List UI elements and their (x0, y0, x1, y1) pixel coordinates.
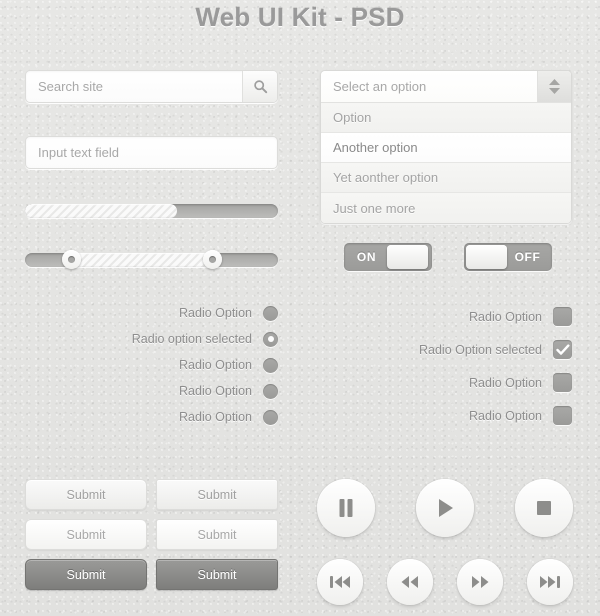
stop-icon (534, 498, 554, 518)
radio-row[interactable]: Radio option selected (95, 326, 278, 352)
submit-button[interactable]: Submit (25, 479, 147, 510)
rewind-icon (399, 574, 421, 590)
submit-button[interactable]: Submit (156, 479, 278, 510)
select-placeholder: Select an option (333, 79, 427, 94)
select-dropdown[interactable]: Select an option Option Another option Yet… (320, 70, 572, 224)
select-option[interactable]: Yet aonther option (321, 163, 571, 193)
rewind-button[interactable] (387, 559, 433, 605)
skip-back-icon (328, 574, 352, 590)
text-input-placeholder: Input text field (38, 145, 119, 160)
radio-button[interactable] (263, 357, 278, 373)
checkbox-group: Radio Option Radio Option selected Radio O… (390, 300, 572, 432)
play-button[interactable] (416, 479, 474, 537)
play-icon (434, 497, 456, 519)
range-slider-handle-high[interactable] (203, 250, 223, 269)
radio-row[interactable]: Radio Option (95, 300, 278, 326)
submit-button[interactable]: Submit (25, 559, 147, 590)
checkbox-label: Radio Option (469, 375, 542, 390)
toggle-on-label: ON (356, 250, 377, 264)
range-slider-fill (70, 253, 213, 267)
range-slider-handle-low[interactable] (61, 250, 81, 269)
skip-forward-button[interactable] (527, 559, 573, 605)
submit-button[interactable]: Submit (25, 519, 147, 550)
updown-arrows-icon[interactable] (537, 71, 571, 102)
pause-icon (336, 497, 356, 519)
toggle-switch-off[interactable]: OFF (464, 243, 552, 271)
toggle-switch-on[interactable]: ON (344, 243, 432, 271)
checkbox-row[interactable]: Radio Option (390, 300, 572, 333)
toggle-off-knob[interactable] (466, 245, 507, 269)
radio-label: Radio option selected (131, 332, 252, 346)
radio-row[interactable]: Radio Option (95, 352, 278, 378)
checkbox-label: Radio Option (469, 408, 542, 423)
radio-group: Radio Option Radio option selected Radio O… (95, 300, 278, 430)
progress-bar-fill (25, 204, 177, 218)
checkbox[interactable] (553, 307, 572, 326)
radio-button[interactable] (263, 331, 278, 347)
checkbox-row[interactable]: Radio Option (390, 366, 572, 399)
radio-row[interactable]: Radio Option (95, 404, 278, 430)
stop-button[interactable] (515, 479, 573, 537)
fast-forward-icon (469, 574, 491, 590)
radio-button[interactable] (263, 305, 278, 321)
select-option[interactable]: Just one more (321, 193, 571, 223)
checkbox-row[interactable]: Radio Option (390, 399, 572, 432)
submit-button[interactable]: Submit (156, 519, 278, 550)
radio-label: Radio Option (179, 410, 252, 424)
checkbox-label: Radio Option selected (419, 342, 542, 357)
check-icon (555, 343, 570, 356)
checkbox-row[interactable]: Radio Option selected (390, 333, 572, 366)
checkbox[interactable] (553, 406, 572, 425)
radio-row[interactable]: Radio Option (95, 378, 278, 404)
checkbox[interactable] (553, 340, 572, 359)
search-button[interactable] (242, 71, 277, 102)
radio-label: Radio Option (179, 384, 252, 398)
range-slider[interactable] (25, 250, 278, 269)
skip-back-button[interactable] (317, 559, 363, 605)
page-title: Web UI Kit - PSD (195, 2, 405, 32)
select-header[interactable]: Select an option (321, 71, 571, 103)
pause-button[interactable] (317, 479, 375, 537)
toggle-on-knob[interactable] (387, 245, 428, 269)
text-input[interactable]: Input text field (25, 136, 278, 169)
search-input-placeholder: Search site (38, 79, 104, 94)
radio-button[interactable] (263, 409, 278, 425)
checkbox-label: Radio Option (469, 309, 542, 324)
checkbox[interactable] (553, 373, 572, 392)
submit-button-grid: Submit Submit Submit Submit Submit Submit (25, 479, 278, 590)
media-controls-secondary (317, 559, 573, 605)
fast-forward-button[interactable] (457, 559, 503, 605)
select-option-list: Option Another option Yet aonther option Ju… (321, 103, 571, 223)
radio-button[interactable] (263, 383, 278, 399)
select-option[interactable]: Another option (321, 133, 571, 163)
progress-bar[interactable] (25, 204, 278, 218)
media-controls-primary (317, 479, 573, 537)
submit-button[interactable]: Submit (156, 559, 278, 590)
search-icon (253, 79, 268, 94)
skip-forward-icon (538, 574, 562, 590)
radio-label: Radio Option (179, 306, 252, 320)
radio-label: Radio Option (179, 358, 252, 372)
toggle-off-label: OFF (514, 250, 541, 264)
select-option[interactable]: Option (321, 103, 571, 133)
search-input[interactable]: Search site (25, 70, 278, 103)
